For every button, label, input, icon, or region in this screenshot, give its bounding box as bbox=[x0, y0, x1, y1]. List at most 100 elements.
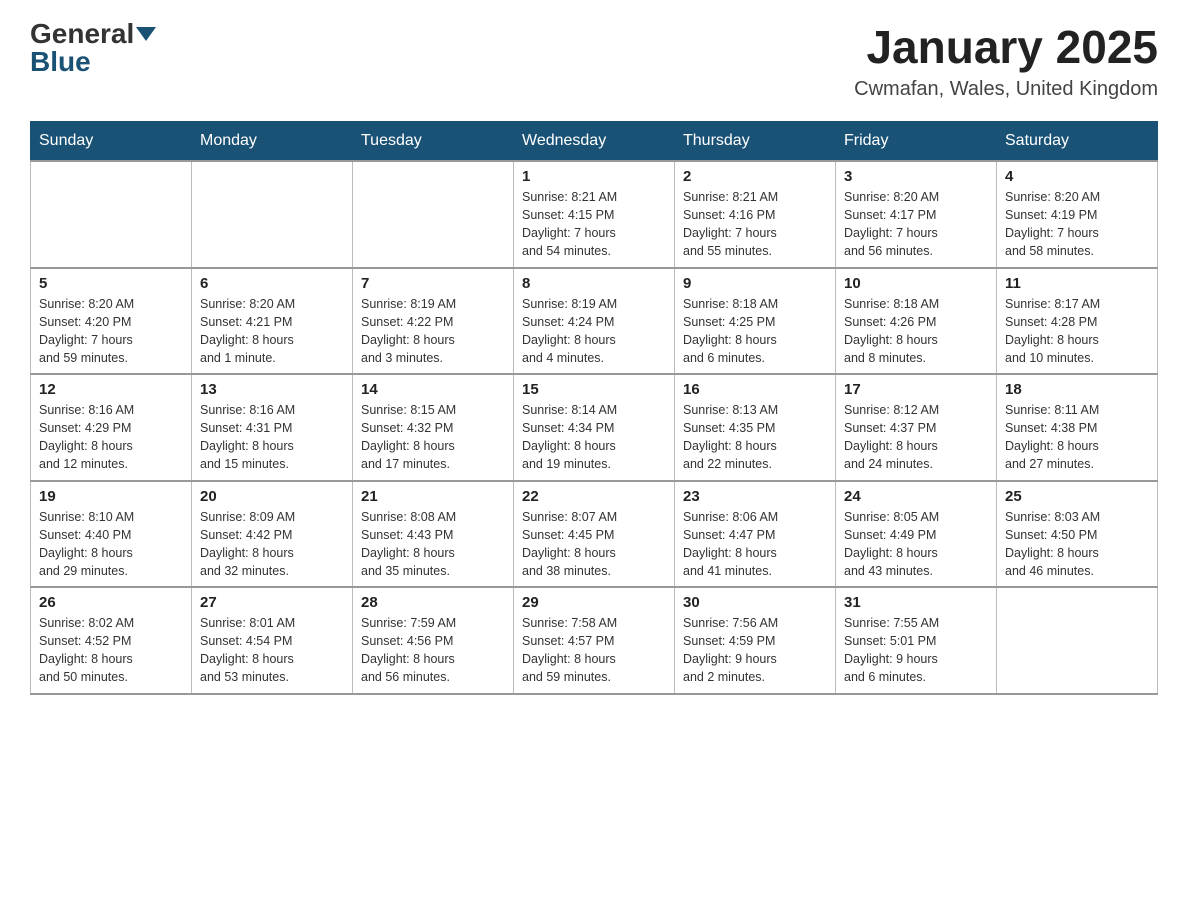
calendar-cell bbox=[353, 161, 514, 268]
calendar-cell: 15Sunrise: 8:14 AMSunset: 4:34 PMDayligh… bbox=[514, 374, 675, 481]
calendar-cell: 13 Sunrise: 8:16 AMSunset: 4:31 PMDayligh… bbox=[192, 374, 353, 481]
day-info: Sunrise: 8:20 AMSunset: 4:17 PMDaylight:… bbox=[844, 188, 988, 261]
day-number: 9 bbox=[683, 275, 827, 292]
day-number: 23 bbox=[683, 488, 827, 505]
calendar-cell: 5 Sunrise: 8:20 AMSunset: 4:20 PMDaylight… bbox=[31, 268, 192, 375]
day-number: 5 bbox=[39, 275, 183, 292]
calendar-cell: 18Sunrise: 8:11 AMSunset: 4:38 PMDayligh… bbox=[997, 374, 1158, 481]
calendar-week-4: 19 Sunrise: 8:10 AMSunset: 4:40 PMDayligh… bbox=[31, 481, 1158, 588]
calendar-header-saturday: Saturday bbox=[997, 122, 1158, 162]
day-number: 1 bbox=[522, 168, 666, 185]
calendar-cell: 7Sunrise: 8:19 AMSunset: 4:22 PMDaylight… bbox=[353, 268, 514, 375]
calendar-header-monday: Monday bbox=[192, 122, 353, 162]
calendar-cell: 30 Sunrise: 7:56 AMSunset: 4:59 PMDayligh… bbox=[675, 587, 836, 694]
day-number: 3 bbox=[844, 168, 988, 185]
day-info: Sunrise: 8:02 AMSunset: 4:52 PMDaylight:… bbox=[39, 614, 183, 687]
calendar-header-friday: Friday bbox=[836, 122, 997, 162]
day-info: Sunrise: 8:08 AMSunset: 4:43 PMDaylight:… bbox=[361, 508, 505, 581]
calendar-cell: 22Sunrise: 8:07 AMSunset: 4:45 PMDayligh… bbox=[514, 481, 675, 588]
day-info: Sunrise: 8:05 AMSunset: 4:49 PMDaylight:… bbox=[844, 508, 988, 581]
day-info: Sunrise: 8:15 AMSunset: 4:32 PMDaylight:… bbox=[361, 401, 505, 474]
calendar-cell: 12 Sunrise: 8:16 AMSunset: 4:29 PMDayligh… bbox=[31, 374, 192, 481]
calendar-cell: 2 Sunrise: 8:21 AMSunset: 4:16 PMDaylight… bbox=[675, 161, 836, 268]
day-info: Sunrise: 8:20 AMSunset: 4:20 PMDaylight:… bbox=[39, 295, 183, 368]
day-number: 29 bbox=[522, 594, 666, 611]
logo-blue-text: Blue bbox=[30, 48, 91, 76]
page-header: General Blue January 2025 Cwmafan, Wales… bbox=[30, 20, 1158, 101]
day-info: Sunrise: 8:20 AMSunset: 4:19 PMDaylight:… bbox=[1005, 188, 1149, 261]
day-number: 16 bbox=[683, 381, 827, 398]
calendar-header-wednesday: Wednesday bbox=[514, 122, 675, 162]
calendar-cell: 31 Sunrise: 7:55 AMSunset: 5:01 PMDayligh… bbox=[836, 587, 997, 694]
day-info: Sunrise: 8:20 AMSunset: 4:21 PMDaylight:… bbox=[200, 295, 344, 368]
calendar-cell: 24 Sunrise: 8:05 AMSunset: 4:49 PMDayligh… bbox=[836, 481, 997, 588]
day-info: Sunrise: 7:56 AMSunset: 4:59 PMDaylight:… bbox=[683, 614, 827, 687]
day-info: Sunrise: 8:19 AMSunset: 4:24 PMDaylight:… bbox=[522, 295, 666, 368]
day-info: Sunrise: 8:16 AMSunset: 4:31 PMDaylight:… bbox=[200, 401, 344, 474]
day-info: Sunrise: 8:21 AMSunset: 4:16 PMDaylight:… bbox=[683, 188, 827, 261]
day-number: 2 bbox=[683, 168, 827, 185]
calendar-cell bbox=[192, 161, 353, 268]
day-number: 19 bbox=[39, 488, 183, 505]
day-number: 13 bbox=[200, 381, 344, 398]
day-number: 4 bbox=[1005, 168, 1149, 185]
calendar-cell: 19 Sunrise: 8:10 AMSunset: 4:40 PMDayligh… bbox=[31, 481, 192, 588]
calendar-cell: 6 Sunrise: 8:20 AMSunset: 4:21 PMDaylight… bbox=[192, 268, 353, 375]
day-number: 20 bbox=[200, 488, 344, 505]
day-number: 30 bbox=[683, 594, 827, 611]
day-number: 27 bbox=[200, 594, 344, 611]
calendar-cell: 4 Sunrise: 8:20 AMSunset: 4:19 PMDaylight… bbox=[997, 161, 1158, 268]
title-section: January 2025 Cwmafan, Wales, United King… bbox=[854, 20, 1158, 101]
calendar-cell: 3 Sunrise: 8:20 AMSunset: 4:17 PMDaylight… bbox=[836, 161, 997, 268]
day-info: Sunrise: 8:18 AMSunset: 4:26 PMDaylight:… bbox=[844, 295, 988, 368]
day-number: 24 bbox=[844, 488, 988, 505]
day-info: Sunrise: 8:14 AMSunset: 4:34 PMDaylight:… bbox=[522, 401, 666, 474]
day-number: 25 bbox=[1005, 488, 1149, 505]
logo-general-text: General bbox=[30, 20, 134, 48]
calendar-cell: 11 Sunrise: 8:17 AMSunset: 4:28 PMDayligh… bbox=[997, 268, 1158, 375]
calendar-header-thursday: Thursday bbox=[675, 122, 836, 162]
day-number: 21 bbox=[361, 488, 505, 505]
day-info: Sunrise: 8:13 AMSunset: 4:35 PMDaylight:… bbox=[683, 401, 827, 474]
day-number: 26 bbox=[39, 594, 183, 611]
day-number: 6 bbox=[200, 275, 344, 292]
day-info: Sunrise: 7:58 AMSunset: 4:57 PMDaylight:… bbox=[522, 614, 666, 687]
calendar-cell: 27Sunrise: 8:01 AMSunset: 4:54 PMDayligh… bbox=[192, 587, 353, 694]
day-info: Sunrise: 8:16 AMSunset: 4:29 PMDaylight:… bbox=[39, 401, 183, 474]
calendar-week-3: 12 Sunrise: 8:16 AMSunset: 4:29 PMDayligh… bbox=[31, 374, 1158, 481]
day-info: Sunrise: 7:55 AMSunset: 5:01 PMDaylight:… bbox=[844, 614, 988, 687]
calendar-cell: 8 Sunrise: 8:19 AMSunset: 4:24 PMDaylight… bbox=[514, 268, 675, 375]
calendar-cell: 20Sunrise: 8:09 AMSunset: 4:42 PMDayligh… bbox=[192, 481, 353, 588]
day-info: Sunrise: 8:12 AMSunset: 4:37 PMDaylight:… bbox=[844, 401, 988, 474]
day-number: 31 bbox=[844, 594, 988, 611]
calendar-header-sunday: Sunday bbox=[31, 122, 192, 162]
day-number: 28 bbox=[361, 594, 505, 611]
day-number: 10 bbox=[844, 275, 988, 292]
calendar-header-tuesday: Tuesday bbox=[353, 122, 514, 162]
day-info: Sunrise: 8:21 AMSunset: 4:15 PMDaylight:… bbox=[522, 188, 666, 261]
calendar-cell: 14 Sunrise: 8:15 AMSunset: 4:32 PMDayligh… bbox=[353, 374, 514, 481]
calendar-header-row: SundayMondayTuesdayWednesdayThursdayFrid… bbox=[31, 122, 1158, 162]
page-title: January 2025 bbox=[854, 20, 1158, 74]
day-number: 18 bbox=[1005, 381, 1149, 398]
day-number: 8 bbox=[522, 275, 666, 292]
calendar-cell: 21 Sunrise: 8:08 AMSunset: 4:43 PMDayligh… bbox=[353, 481, 514, 588]
calendar-cell: 10 Sunrise: 8:18 AMSunset: 4:26 PMDayligh… bbox=[836, 268, 997, 375]
day-number: 11 bbox=[1005, 275, 1149, 292]
day-number: 12 bbox=[39, 381, 183, 398]
day-info: Sunrise: 7:59 AMSunset: 4:56 PMDaylight:… bbox=[361, 614, 505, 687]
day-number: 14 bbox=[361, 381, 505, 398]
logo-triangle-icon bbox=[136, 27, 156, 41]
calendar-cell: 28 Sunrise: 7:59 AMSunset: 4:56 PMDayligh… bbox=[353, 587, 514, 694]
day-info: Sunrise: 8:10 AMSunset: 4:40 PMDaylight:… bbox=[39, 508, 183, 581]
day-info: Sunrise: 8:18 AMSunset: 4:25 PMDaylight:… bbox=[683, 295, 827, 368]
calendar-table: SundayMondayTuesdayWednesdayThursdayFrid… bbox=[30, 121, 1158, 695]
day-info: Sunrise: 8:17 AMSunset: 4:28 PMDaylight:… bbox=[1005, 295, 1149, 368]
calendar-week-2: 5 Sunrise: 8:20 AMSunset: 4:20 PMDaylight… bbox=[31, 268, 1158, 375]
calendar-cell: 25Sunrise: 8:03 AMSunset: 4:50 PMDayligh… bbox=[997, 481, 1158, 588]
calendar-cell: 26 Sunrise: 8:02 AMSunset: 4:52 PMDayligh… bbox=[31, 587, 192, 694]
calendar-cell: 1 Sunrise: 8:21 AMSunset: 4:15 PMDaylight… bbox=[514, 161, 675, 268]
calendar-cell bbox=[31, 161, 192, 268]
calendar-week-1: 1 Sunrise: 8:21 AMSunset: 4:15 PMDaylight… bbox=[31, 161, 1158, 268]
day-number: 22 bbox=[522, 488, 666, 505]
